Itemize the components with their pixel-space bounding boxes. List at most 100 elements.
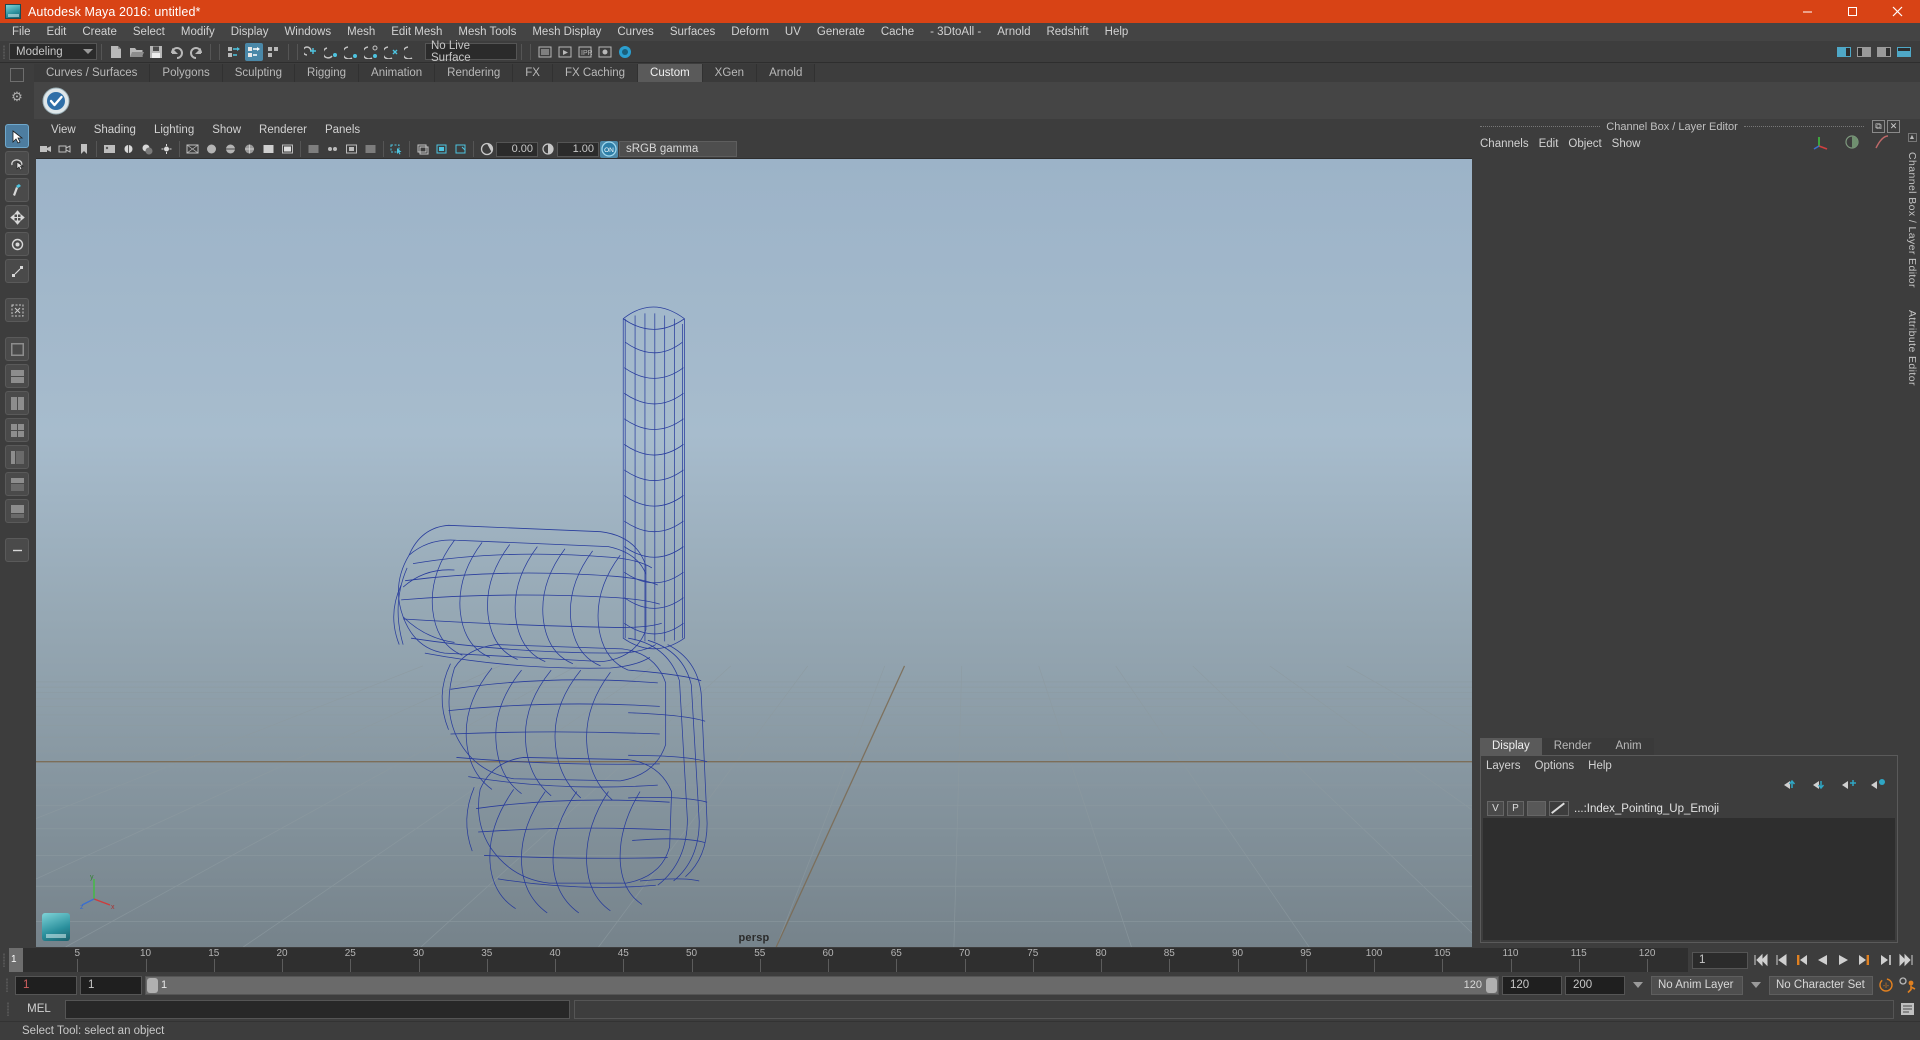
light-icon[interactable] [158, 141, 175, 157]
sidebar-toggle-channel-box[interactable] [1875, 43, 1893, 61]
save-scene-button[interactable] [147, 43, 165, 61]
layout-two-pane-stacked-button[interactable] [5, 391, 29, 415]
panel-drag-dots-right[interactable] [1743, 126, 1864, 127]
gamma-field[interactable]: 1.00 [557, 141, 599, 157]
shelf-tab-arnold[interactable]: Arnold [757, 64, 816, 82]
layout-two-pane-side-button[interactable] [5, 364, 29, 388]
3d-viewport[interactable]: y x z persp [36, 159, 1472, 947]
open-scene-button[interactable] [127, 43, 145, 61]
render-settings-button[interactable] [596, 43, 614, 61]
playback-start-time-field[interactable]: 1 [80, 975, 142, 995]
scroll-up-icon[interactable]: ▲ [1907, 133, 1917, 142]
layer-name[interactable]: ...:Index_Pointing_Up_Emoji [1574, 803, 1719, 815]
vtab-channel-box-layer-editor[interactable]: Channel Box / Layer Editor [1906, 146, 1918, 294]
command-language-label[interactable]: MEL [17, 1003, 61, 1015]
channelbox-menu-object[interactable]: Object [1568, 138, 1611, 150]
channelbox-menu-edit[interactable]: Edit [1539, 138, 1569, 150]
menuset-selector[interactable]: Modeling [9, 43, 97, 60]
channelbox-menu-channels[interactable]: Channels [1480, 138, 1539, 150]
layout-persp-graph-button[interactable] [5, 499, 29, 523]
undo-button[interactable] [167, 43, 185, 61]
rotate-tool-button[interactable] [5, 232, 29, 256]
select-by-object-type-button[interactable] [245, 42, 263, 61]
new-layer-from-selected-icon[interactable] [1870, 778, 1887, 794]
shelf-tab-rendering[interactable]: Rendering [435, 64, 514, 82]
select-by-hierarchy-button[interactable] [225, 43, 243, 61]
shelf-tab-polygons[interactable]: Polygons [150, 64, 223, 82]
anim-layer-dropdown-icon[interactable] [1633, 982, 1643, 988]
select-camera-icon[interactable] [37, 141, 54, 157]
character-set-dropdown-icon[interactable] [1751, 982, 1761, 988]
shelf-tab-curves-surfaces[interactable]: Curves / Surfaces [34, 64, 151, 82]
quick-layout-more-button[interactable] [5, 538, 29, 562]
menu-file[interactable]: File [4, 23, 39, 41]
move-tool-button[interactable] [5, 205, 29, 229]
hypershade-button[interactable] [616, 43, 634, 61]
shelf-tab-menu-icon[interactable] [10, 68, 24, 82]
layer-playback-toggle[interactable]: P [1507, 801, 1524, 816]
sidebar-toggle-layer-editor[interactable] [1895, 43, 1913, 61]
snap-to-grid-button[interactable] [303, 43, 321, 61]
statusline-grip[interactable] [0, 41, 9, 63]
menu-3dtoall[interactable]: - 3DtoAll - [922, 23, 989, 41]
range-handle-right[interactable] [1486, 977, 1497, 993]
viewport-menu-show[interactable]: Show [203, 121, 250, 140]
layout-hypershade-persp-button[interactable] [5, 472, 29, 496]
menu-create[interactable]: Create [74, 23, 125, 41]
channelbox-menu-show[interactable]: Show [1612, 138, 1651, 150]
maximize-button[interactable] [1830, 0, 1875, 23]
menu-uv[interactable]: UV [777, 23, 809, 41]
range-handle-left[interactable] [147, 977, 158, 993]
two-sided-lighting-icon[interactable] [120, 141, 137, 157]
exposure-field[interactable]: 0.00 [496, 141, 538, 157]
channel-box-content[interactable] [1474, 153, 1904, 737]
layer-display-type-toggle[interactable] [1527, 801, 1546, 816]
layer-menu-help[interactable]: Help [1588, 760, 1626, 772]
shelf-tab-rigging[interactable]: Rigging [295, 64, 360, 82]
viewport-menu-shading[interactable]: Shading [85, 121, 145, 140]
layout-outliner-persp-button[interactable] [5, 445, 29, 469]
sidebar-toggle-tool-settings[interactable] [1855, 43, 1873, 61]
menu-display[interactable]: Display [223, 23, 277, 41]
anim-start-time-field[interactable]: 1 [15, 975, 77, 995]
gamma-icon[interactable] [539, 141, 556, 157]
commandline-grip[interactable] [4, 998, 13, 1020]
move-layer-down-icon[interactable] [1812, 778, 1829, 794]
step-forward-frame-button[interactable] [1855, 950, 1874, 970]
wireframe-shading-icon[interactable] [184, 141, 201, 157]
wireframe-on-shaded-icon[interactable] [241, 141, 258, 157]
rangeslider-grip[interactable] [3, 974, 12, 996]
menu-cache[interactable]: Cache [873, 23, 922, 41]
command-input[interactable] [65, 999, 570, 1019]
textured-icon[interactable] [260, 141, 277, 157]
layout-four-pane-button[interactable] [5, 418, 29, 442]
ipr-render-button[interactable]: IPR [576, 43, 594, 61]
use-all-lights-icon[interactable] [279, 141, 296, 157]
close-button[interactable] [1875, 0, 1920, 23]
range-bar[interactable]: 1 120 [145, 975, 1499, 995]
animation-preferences-button[interactable] [1898, 975, 1917, 995]
shelf-tab-animation[interactable]: Animation [359, 64, 436, 82]
gear-icon[interactable]: ⚙ [11, 90, 23, 103]
layer-tab-render[interactable]: Render [1541, 738, 1604, 755]
smooth-shade-all-icon[interactable] [222, 141, 239, 157]
menu-surfaces[interactable]: Surfaces [662, 23, 723, 41]
snap-to-projected-center-button[interactable] [363, 43, 381, 61]
xray-joints-icon[interactable] [324, 141, 341, 157]
last-tool-used-button[interactable] [5, 298, 29, 322]
viewport-menu-view[interactable]: View [42, 121, 85, 140]
channelbox-shading-icon[interactable] [1844, 134, 1860, 153]
timeslider-grip[interactable] [0, 949, 9, 971]
layout-single-pane-button[interactable] [5, 337, 29, 361]
snap-to-view-plane-button[interactable] [383, 43, 401, 61]
snap-to-curve-button[interactable] [323, 43, 341, 61]
character-set-selector[interactable]: No Character Set [1769, 975, 1873, 995]
resolution-gate-icon[interactable] [452, 141, 469, 157]
layer-menu-options[interactable]: Options [1535, 760, 1589, 772]
smooth-shade-icon[interactable] [203, 141, 220, 157]
bookmark-icon[interactable] [75, 141, 92, 157]
current-time-indicator[interactable]: 1 [9, 948, 23, 972]
menu-mesh-display[interactable]: Mesh Display [524, 23, 609, 41]
layer-menu-layers[interactable]: Layers [1486, 760, 1535, 772]
step-back-frame-button[interactable] [1792, 950, 1811, 970]
